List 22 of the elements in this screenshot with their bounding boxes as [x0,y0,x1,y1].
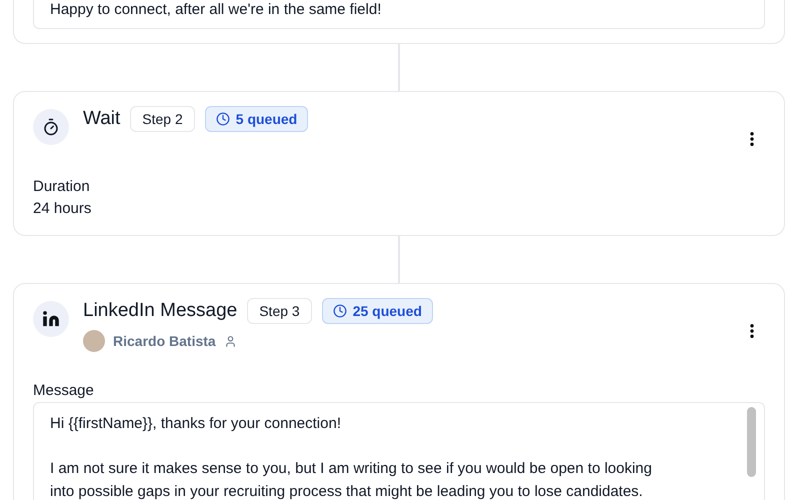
message-field[interactable] [33,402,765,500]
message-line: into possible gaps in your recruiting process that might be leading you to lose candidates. [50,482,644,500]
clock-icon [332,304,347,318]
message-line: Hi {{firstName}}, thanks for your connection! [50,414,342,434]
step-title: Wait [83,108,120,130]
linkedin-icon [33,301,69,337]
clock-icon [216,112,230,126]
author-name: Ricardo Batista [113,333,216,349]
step-number: Step 2 [130,106,195,132]
field-value: 24 hours [33,200,92,217]
step-title: LinkedIn Message [83,300,238,322]
queued-count: 5 queued [236,111,298,127]
person-icon [224,334,237,348]
field-label: Message [33,382,95,399]
scrollbar-thumb[interactable] [747,407,756,477]
field-label: Duration [33,178,91,195]
step-number: Step 3 [247,298,312,324]
avatar [83,330,105,352]
timer-icon [33,109,69,145]
queued-count: 25 queued [352,303,422,319]
message-field[interactable]: Happy to connect, after all we're in the same field! [33,0,765,29]
message-line: I am not sure it makes sense to you, but I am writing to see if you would be open to looking [50,459,653,479]
